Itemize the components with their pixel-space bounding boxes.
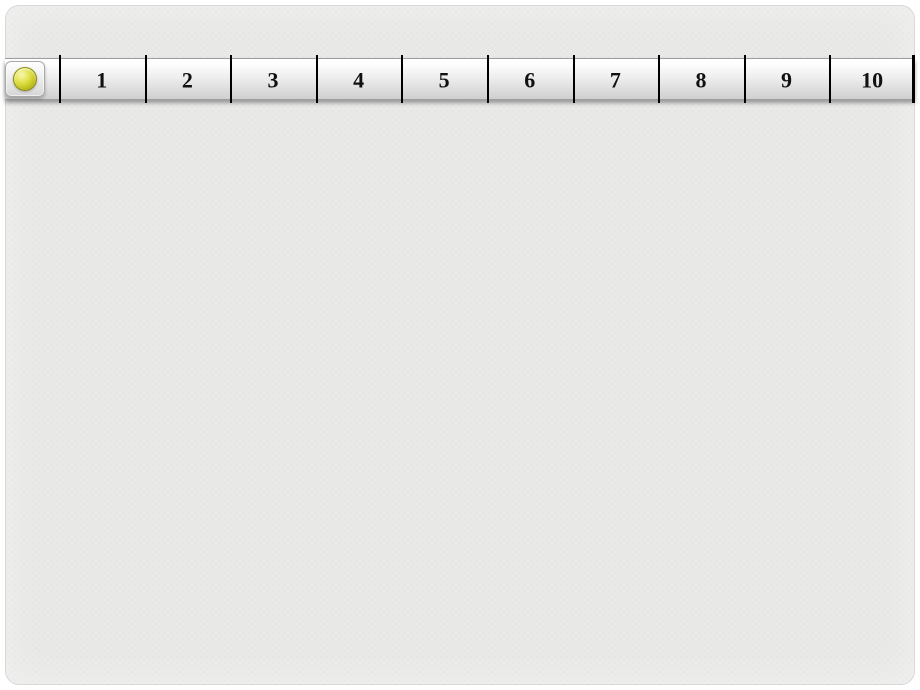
ruler-tick-8: 8: [658, 55, 744, 103]
ruler-tick-10: 10: [829, 55, 915, 103]
ruler-tick-label: 4: [316, 68, 402, 94]
ruler-tick-label: 6: [487, 68, 573, 94]
ruler-tick-6: 6: [487, 55, 573, 103]
ruler-handle[interactable]: [5, 61, 45, 97]
ruler-tick-5: 5: [401, 55, 487, 103]
ruler-tick-2: 2: [145, 55, 231, 103]
ruler-tick-label: 7: [573, 68, 659, 94]
ruler-tick-7: 7: [573, 55, 659, 103]
ruler-ticks: 1 2 3 4 5 6 7 8 9: [59, 55, 915, 103]
ruler-tick-1: 1: [59, 55, 145, 103]
ruler-tick-3: 3: [230, 55, 316, 103]
ruler-tick-label: 10: [829, 68, 915, 94]
ruler[interactable]: 1 2 3 4 5 6 7 8 9: [5, 58, 915, 100]
ruler-tick-9: 9: [744, 55, 830, 103]
ruler-tick-label: 2: [145, 68, 231, 94]
ruler-tick-label: 9: [744, 68, 830, 94]
ruler-tick-label: 3: [230, 68, 316, 94]
ruler-end-tick: [912, 55, 915, 103]
ruler-tick-label: 1: [59, 68, 145, 94]
ruler-tick-4: 4: [316, 55, 402, 103]
handle-ball-icon: [13, 67, 37, 91]
ruler-tick-label: 5: [401, 68, 487, 94]
canvas-frame: 1 2 3 4 5 6 7 8 9: [5, 5, 915, 685]
ruler-tick-label: 8: [658, 68, 744, 94]
